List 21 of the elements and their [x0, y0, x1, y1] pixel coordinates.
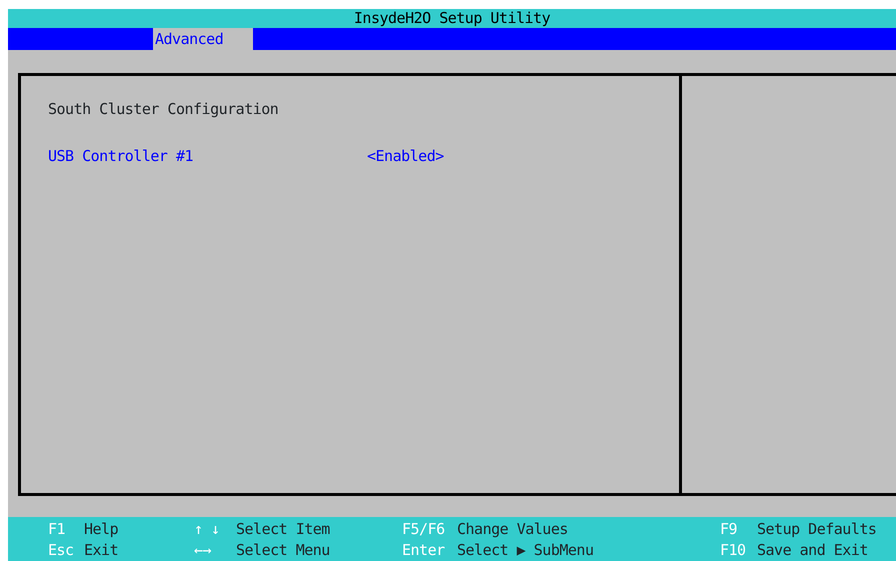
key-action: Change Values — [457, 519, 569, 540]
key-label: Esc — [48, 540, 75, 561]
key-label: F1 — [48, 519, 66, 540]
key-action: Help — [84, 519, 120, 540]
key-label: F5/F6 — [402, 519, 446, 540]
setting-value[interactable]: <Enabled> — [367, 144, 444, 167]
key-action: Exit — [84, 540, 120, 561]
window-title: InsydeH2O Setup Utility — [354, 9, 550, 27]
key-label: F10 — [720, 540, 747, 561]
section-heading: South Cluster Configuration — [48, 99, 280, 120]
key-action: Select Menu — [236, 540, 331, 561]
key-action: Save and Exit — [757, 540, 869, 561]
key-label: ↑ ↓ — [194, 519, 221, 540]
key-label: ←→ — [194, 540, 212, 561]
key-action: Setup Defaults — [757, 519, 878, 540]
menu-tab[interactable]: Advanced — [153, 28, 254, 50]
key-label: F9 — [720, 519, 738, 540]
key-action: Select Item — [236, 519, 331, 540]
setting-label[interactable]: USB Controller #1 — [48, 144, 367, 167]
key-label: Enter — [402, 540, 446, 561]
key-action: Select ▶ SubMenu — [457, 540, 594, 561]
